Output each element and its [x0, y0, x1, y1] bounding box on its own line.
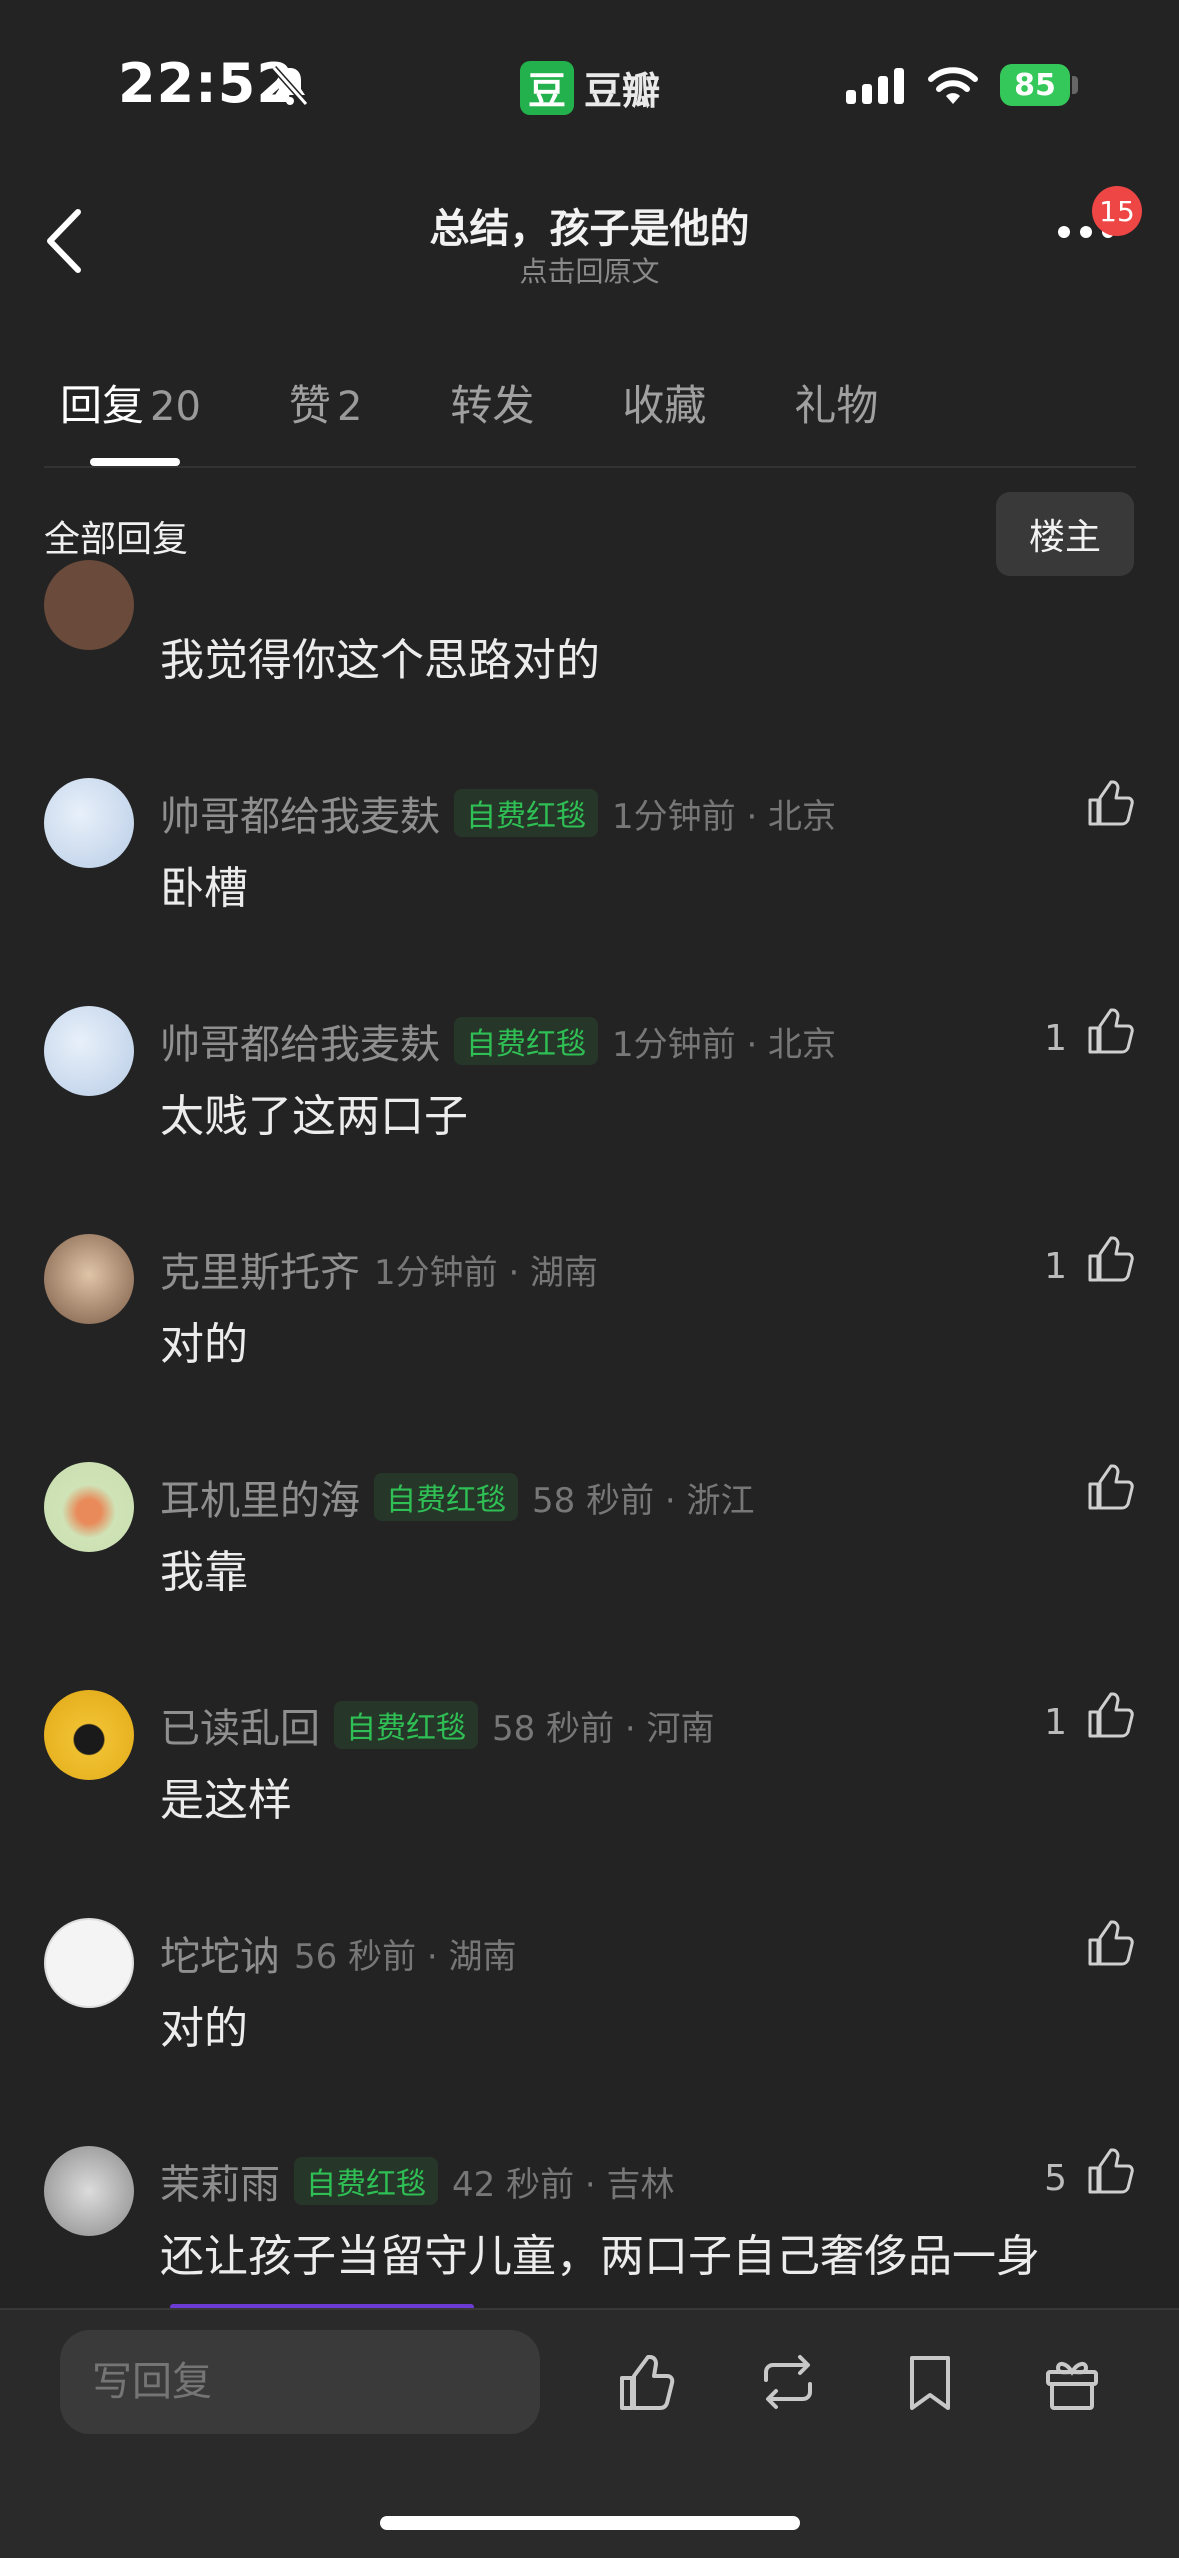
comment-text: 太贱了这两口子 [160, 1091, 468, 1142]
tab-divider [44, 466, 1136, 468]
comment-meta: 帅哥都给我麦麸 自费红毯 1分钟前 · 北京 [160, 1012, 836, 1070]
op-only-filter-button[interactable]: 楼主 [996, 492, 1134, 576]
like-count: 1 [1044, 1246, 1067, 1287]
username[interactable]: 耳机里的海 [160, 1468, 360, 1526]
comment-meta: 耳机里的海 自费红毯 58 秒前 · 浙江 [160, 1468, 755, 1526]
username[interactable]: 克里斯托齐 [160, 1240, 360, 1298]
wifi-icon [928, 67, 978, 104]
tab-gifts[interactable]: 礼物 [794, 372, 878, 433]
avatar[interactable] [44, 1690, 134, 1780]
active-tab-indicator [90, 458, 180, 466]
thumbs-up-icon[interactable] [1084, 1234, 1136, 1286]
bookmark-icon[interactable] [898, 2350, 962, 2414]
like-count: 1 [1044, 1018, 1067, 1059]
battery-level: 85 [1000, 64, 1070, 106]
like-count: 1 [1044, 1702, 1067, 1743]
app-indicator: 豆 豆瓣 [520, 60, 660, 115]
post-title[interactable]: 总结，孩子是他的 [0, 196, 1179, 254]
cellular-signal-icon [846, 68, 904, 104]
section-label: 全部回复 [44, 519, 189, 560]
thumbs-up-icon[interactable] [1084, 778, 1136, 830]
status-badge: 自费红毯 [294, 2157, 438, 2205]
avatar[interactable] [44, 1462, 134, 1552]
tab-replies[interactable]: 回复 20 [60, 372, 201, 433]
notification-badge: 15 [1092, 186, 1142, 236]
comment-time-location: 58 秒前 · 河南 [492, 1708, 715, 1749]
comment-text: 卧槽 [160, 863, 248, 914]
douban-logo-icon: 豆 [520, 60, 574, 115]
username[interactable]: 坨坨讷 [160, 1924, 280, 1982]
thumbs-up-icon[interactable] [1084, 2146, 1136, 2198]
avatar[interactable] [44, 1918, 134, 2008]
comment-meta: 茉莉雨 自费红毯 42 秒前 · 吉林 [160, 2152, 675, 2210]
comment-time-location: 1分钟前 · 北京 [612, 796, 837, 837]
status-time: 22:52 [118, 52, 295, 115]
comment-text: 我觉得你这个思路对的 [160, 635, 600, 686]
username[interactable]: 帅哥都给我麦麸 [160, 784, 440, 842]
thumbs-up-icon[interactable] [614, 2350, 678, 2414]
status-badge: 自费红毯 [374, 1473, 518, 1521]
gift-icon[interactable] [1040, 2350, 1104, 2414]
tab-collections[interactable]: 收藏 [622, 372, 706, 433]
comment-text: 对的 [160, 1319, 248, 1370]
avatar[interactable] [44, 1006, 134, 1096]
like-count: 5 [1044, 2158, 1067, 2199]
reply-input[interactable] [60, 2330, 540, 2434]
username[interactable]: 茉莉雨 [160, 2152, 280, 2210]
comment-time-location: 1分钟前 · 北京 [612, 1024, 837, 1065]
comment-meta: 克里斯托齐 1分钟前 · 湖南 [160, 1240, 598, 1298]
avatar[interactable] [44, 778, 134, 868]
username[interactable]: 帅哥都给我麦麸 [160, 1012, 440, 1070]
comment-text: 对的 [160, 2003, 248, 2054]
bell-muted-icon [271, 66, 309, 106]
username[interactable]: 已读乱回 [160, 1696, 320, 1754]
back-to-post-link[interactable]: 点击回原文 [0, 250, 1179, 290]
avatar[interactable] [44, 1234, 134, 1324]
status-badge: 自费红毯 [454, 1017, 598, 1065]
comment-text: 我靠 [160, 1547, 248, 1598]
comment-meta: 已读乱回 自费红毯 58 秒前 · 河南 [160, 1696, 715, 1754]
thumbs-up-icon[interactable] [1084, 1690, 1136, 1742]
comment-time-location: 42 秒前 · 吉林 [452, 2164, 675, 2205]
comment-text: 还让孩子当留守儿童，两口子自己奢侈品一身 [160, 2231, 1040, 2282]
tab-bar: 回复 20 赞2 转发 收藏 礼物 [60, 372, 966, 433]
comment-time-location: 58 秒前 · 浙江 [532, 1480, 755, 1521]
tab-reposts[interactable]: 转发 [450, 372, 534, 433]
comment-time-location: 56 秒前 · 湖南 [294, 1936, 517, 1977]
status-badge: 自费红毯 [454, 789, 598, 837]
repost-icon[interactable] [756, 2350, 820, 2414]
tab-likes[interactable]: 赞2 [289, 372, 362, 433]
app-name: 豆瓣 [584, 69, 661, 113]
comment-text: 是这样 [160, 1775, 292, 1826]
avatar[interactable] [44, 2146, 134, 2236]
thumbs-up-icon[interactable] [1084, 1918, 1136, 1970]
battery-tip [1072, 76, 1078, 94]
thumbs-up-icon[interactable] [1084, 1006, 1136, 1058]
comment-time-location: 1分钟前 · 湖南 [374, 1252, 599, 1293]
avatar[interactable] [44, 560, 134, 650]
comment-meta: 坨坨讷 56 秒前 · 湖南 [160, 1924, 517, 1982]
status-badge: 自费红毯 [334, 1701, 478, 1749]
thumbs-up-icon[interactable] [1084, 1462, 1136, 1514]
home-indicator[interactable] [380, 2516, 800, 2530]
comment-meta: 帅哥都给我麦麸 自费红毯 1分钟前 · 北京 [160, 784, 836, 842]
